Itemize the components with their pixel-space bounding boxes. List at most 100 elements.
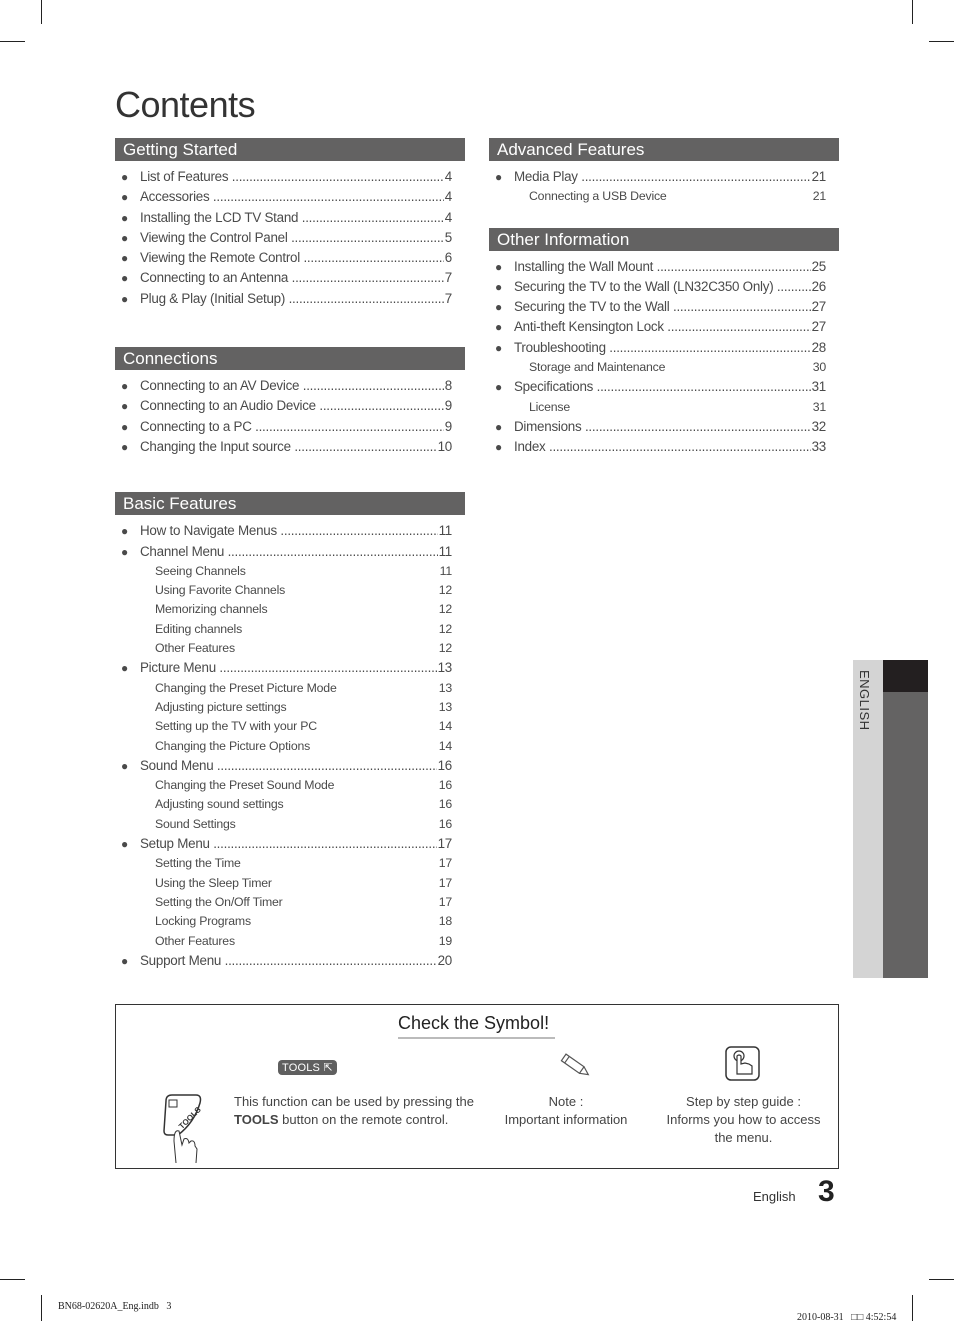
toc-entry[interactable]: ● Changing the Input source10: [115, 436, 465, 457]
entry-page: 6: [443, 248, 452, 269]
toc-subentry[interactable]: Locking Programs 18: [115, 912, 465, 931]
section-heading: Connections: [115, 347, 465, 371]
toc-entry[interactable]: ● Installing the Wall Mount25: [489, 256, 839, 277]
toc-entry[interactable]: ● Index33: [489, 437, 839, 458]
toc-subentry[interactable]: Using the Sleep Timer 17: [115, 874, 465, 893]
toc-entry[interactable]: ● Specifications31: [489, 377, 839, 398]
toc-subentry[interactable]: Editing channels 12: [115, 620, 465, 639]
bullet-icon: ●: [121, 758, 128, 773]
bullet-icon: ●: [495, 170, 502, 184]
footer-language: English: [753, 1189, 796, 1204]
crop-mark: [0, 41, 25, 42]
entry-label: Connecting to an Audio Device: [140, 396, 451, 416]
entry-page: 4: [443, 207, 452, 228]
toc-entry[interactable]: ● Anti-theft Kensington Lock27: [489, 317, 839, 338]
bullet-icon: ●: [495, 279, 502, 294]
toc-subentry[interactable]: Using Favorite Channels 12: [115, 581, 465, 600]
toc-subentry[interactable]: Sound Settings 16: [115, 815, 465, 834]
section-heading: Advanced Features: [489, 138, 839, 161]
entry-label: How to Navigate Menus: [140, 521, 451, 541]
subentry-label: Connecting a USB Device: [529, 189, 667, 204]
subentry-page: 17: [438, 875, 452, 890]
toc-subentry[interactable]: License 31: [489, 398, 839, 417]
subentry-page: 18: [438, 914, 452, 929]
subentry-label: Setting the On/Off Timer: [155, 894, 283, 909]
entry-label: Support Menu: [140, 951, 451, 971]
hand-pointer-icon: [725, 1046, 760, 1081]
toc-subentry[interactable]: Storage and Maintenance 30: [489, 358, 839, 377]
toc-entry[interactable]: ● Viewing the Remote Control6: [115, 248, 465, 269]
tools-arrow-icon: ⇱: [323, 1062, 333, 1074]
entry-page: 10: [436, 436, 452, 457]
toc-entry[interactable]: ● Installing the LCD TV Stand4: [115, 207, 465, 228]
toc-subentry[interactable]: Other Features 12: [115, 639, 465, 658]
toc-subentry[interactable]: Connecting a USB Device 21: [489, 187, 839, 206]
toc-subentry[interactable]: Setting the Time 17: [115, 854, 465, 873]
toc-section: Connections●Connecting to an AV Device8●…: [115, 347, 465, 457]
toc-subentry[interactable]: Changing the Preset Sound Mode 16: [115, 776, 465, 795]
entry-label: Media Play: [514, 167, 825, 187]
toc-entry[interactable]: ● Connecting to an Audio Device9: [115, 396, 465, 417]
toc-subentry[interactable]: Memorizing channels 12: [115, 600, 465, 619]
toc-entry[interactable]: ● Media Play21: [489, 167, 839, 187]
subentry-page: 12: [438, 641, 452, 656]
toc-entry[interactable]: ● Connecting to an Antenna7: [115, 268, 465, 289]
entry-label: Troubleshooting: [514, 338, 825, 358]
toc-entry[interactable]: ● Plug & Play (Initial Setup)7: [115, 288, 465, 309]
toc-subentry[interactable]: Other Features 19: [115, 932, 465, 951]
entry-label: Index: [514, 437, 825, 457]
bullet-icon: ●: [495, 300, 502, 315]
bullet-icon: ●: [121, 837, 128, 852]
entry-page: 7: [443, 288, 452, 309]
toc-subentry[interactable]: Setting up the TV with your PC 14: [115, 717, 465, 736]
subentry-page: 16: [438, 816, 452, 831]
toc-entry[interactable]: ● Securing the TV to the Wall (LN32C350 O…: [489, 276, 839, 297]
toc-entry[interactable]: ● Connecting to an AV Device8: [115, 376, 465, 397]
crop-mark: [929, 1279, 954, 1280]
toc-subentry[interactable]: Changing the Preset Picture Mode 13: [115, 679, 465, 698]
toc-right-column: Advanced Features●Media Play21Connecting…: [489, 138, 839, 458]
toc-entry[interactable]: ● Picture Menu13: [115, 658, 465, 679]
subentry-page: 12: [438, 583, 452, 598]
subentry-page: 13: [438, 699, 452, 714]
bullet-icon: ●: [121, 524, 128, 539]
entry-page: 21: [810, 167, 826, 187]
entry-page: 31: [810, 377, 826, 398]
bullet-icon: ●: [121, 170, 128, 184]
toc-subentry[interactable]: Adjusting picture settings 13: [115, 698, 465, 717]
entry-page: 20: [436, 950, 452, 971]
toc-entry[interactable]: ● Sound Menu16: [115, 755, 465, 776]
toc-subentry[interactable]: Setting the On/Off Timer 17: [115, 893, 465, 912]
toc-entry[interactable]: ● Dimensions32: [489, 416, 839, 437]
toc-left-column: Getting Started●List of Features4●Access…: [115, 138, 465, 971]
toc-entry[interactable]: ● Channel Menu11: [115, 541, 465, 562]
toc-entry[interactable]: ● Connecting to a PC9: [115, 416, 465, 437]
tools-badge-icon: TOOLS ⇱: [278, 1060, 337, 1075]
bullet-icon: ●: [121, 210, 128, 225]
toc-entry[interactable]: ● Troubleshooting28: [489, 337, 839, 358]
toc-section: Advanced Features●Media Play21Connecting…: [489, 138, 839, 207]
subentry-label: Changing the Preset Sound Mode: [155, 778, 335, 793]
toc-entry[interactable]: ● Securing the TV to the Wall27: [489, 297, 839, 318]
toc-entry[interactable]: ● Support Menu20: [115, 950, 465, 971]
toc-entry[interactable]: ● Setup Menu17: [115, 834, 465, 855]
tools-remote-icon: TOOLS: [163, 1094, 203, 1164]
toc-subentry[interactable]: Changing the Picture Options 14: [115, 737, 465, 756]
bullet-icon: ●: [121, 544, 128, 559]
subentry-label: Locking Programs: [155, 914, 251, 929]
section-heading: Basic Features: [115, 492, 465, 516]
subentry-label: Seeing Channels: [155, 563, 246, 578]
entry-label: Connecting to an Antenna: [140, 268, 451, 288]
bullet-icon: ●: [495, 340, 502, 355]
check-symbol-box: Check the Symbol! TOOLS ⇱ TOOLS This fun…: [115, 1004, 839, 1169]
toc-entry[interactable]: ● Viewing the Control Panel5: [115, 227, 465, 248]
toc-entry[interactable]: ● How to Navigate Menus11: [115, 521, 465, 542]
toc-entry[interactable]: ● Accessories4: [115, 187, 465, 208]
toc-entry[interactable]: ● List of Features4: [115, 167, 465, 187]
subentry-label: Setting up the TV with your PC: [155, 719, 317, 734]
toc-subentry[interactable]: Seeing Channels 11: [115, 562, 465, 581]
entry-label: Securing the TV to the Wall (LN32C350 On…: [514, 277, 825, 297]
subentry-label: Changing the Preset Picture Mode: [155, 680, 337, 695]
tools-badge-label: TOOLS: [282, 1062, 321, 1074]
toc-subentry[interactable]: Adjusting sound settings 16: [115, 795, 465, 814]
